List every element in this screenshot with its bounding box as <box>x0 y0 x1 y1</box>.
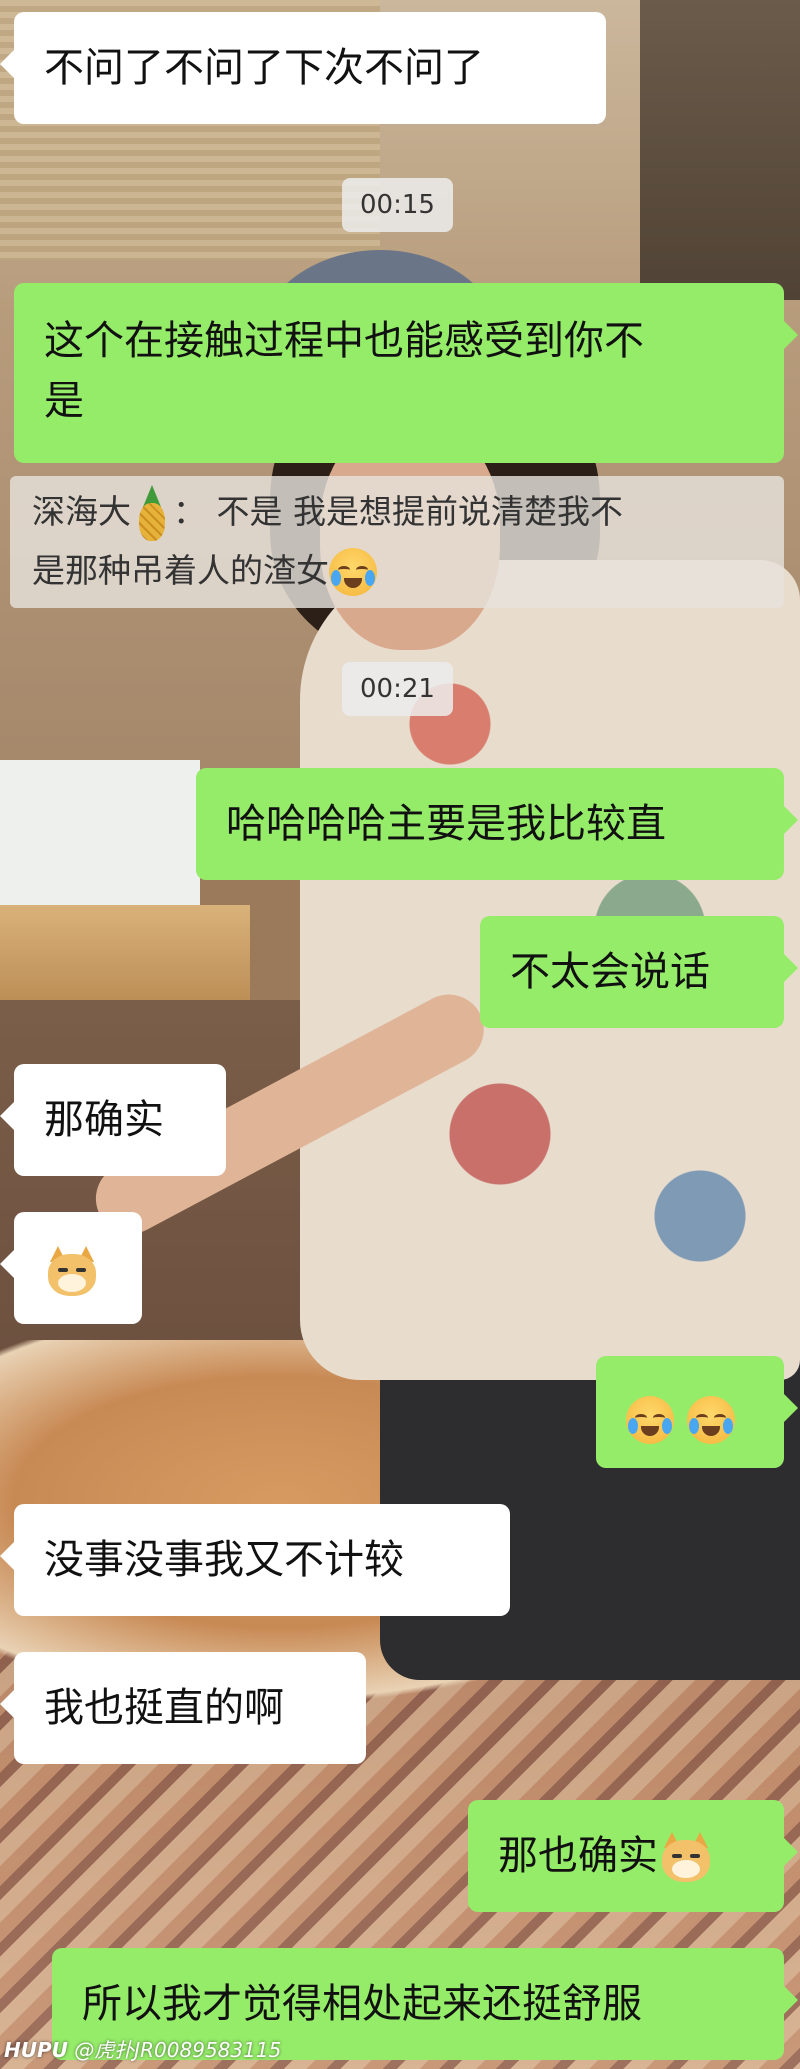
message-text: 所以我才觉得相处起来还挺舒服 <box>82 1981 642 2027</box>
message-text: 那也确实 <box>498 1833 658 1879</box>
quote-sender: 深海大 <box>32 492 131 531</box>
timestamp: 00:15 <box>342 178 453 232</box>
watermark: HUPU @虎扑JR0089583115 <box>4 2036 281 2064</box>
face-with-tears-of-joy-icon <box>329 548 377 596</box>
message-bubble-incoming[interactable] <box>0 1212 142 1324</box>
message-bubble-outgoing[interactable]: 不太会说话 <box>480 916 798 1028</box>
message-text: 哈哈哈哈主要是我比较直 <box>226 801 666 847</box>
message-bubble-outgoing[interactable]: 那也确实 <box>468 1800 798 1912</box>
quoted-message[interactable]: 深海大 ： 不是 我是想提前说清楚我不 是那种吊着人的渣女 <box>10 476 784 608</box>
message-text: 不太会说话 <box>510 949 710 995</box>
quote-text-line1: 不是 我是想提前说清楚我不 <box>216 492 624 531</box>
quote-colon: ： <box>173 492 206 531</box>
message-bubble-incoming[interactable]: 我也挺直的啊 <box>0 1652 366 1764</box>
message-bubble-outgoing[interactable] <box>596 1356 798 1468</box>
message-text: 那确实 <box>44 1097 164 1143</box>
watermark-handle: @虎扑JR0089583115 <box>74 2038 282 2062</box>
message-bubble-incoming[interactable]: 不问了不问了下次不问了 <box>0 12 606 124</box>
message-bubble-outgoing[interactable]: 这个在接触过程中也能感受到你不 是 <box>14 283 798 463</box>
pineapple-icon <box>135 484 169 543</box>
watermark-brand: HUPU <box>4 2038 68 2062</box>
quote-text-line2: 是那种吊着人的渣女 <box>32 550 329 590</box>
doge-icon <box>44 1244 100 1300</box>
message-bubble-incoming[interactable]: 那确实 <box>0 1064 226 1176</box>
doge-icon <box>658 1830 714 1886</box>
message-text-line2: 是 <box>44 378 84 424</box>
message-text: 不问了不问了下次不问了 <box>44 45 484 91</box>
message-bubble-outgoing[interactable]: 哈哈哈哈主要是我比较直 <box>196 768 798 880</box>
face-with-tears-of-joy-icon <box>686 1396 735 1444</box>
message-text: 没事没事我又不计较 <box>44 1537 404 1583</box>
timestamp: 00:21 <box>342 662 453 716</box>
face-with-tears-of-joy-icon <box>626 1396 674 1444</box>
message-text: 我也挺直的啊 <box>44 1685 284 1731</box>
message-bubble-incoming[interactable]: 没事没事我又不计较 <box>0 1504 510 1616</box>
message-text-line1: 这个在接触过程中也能感受到你不 <box>44 318 644 364</box>
